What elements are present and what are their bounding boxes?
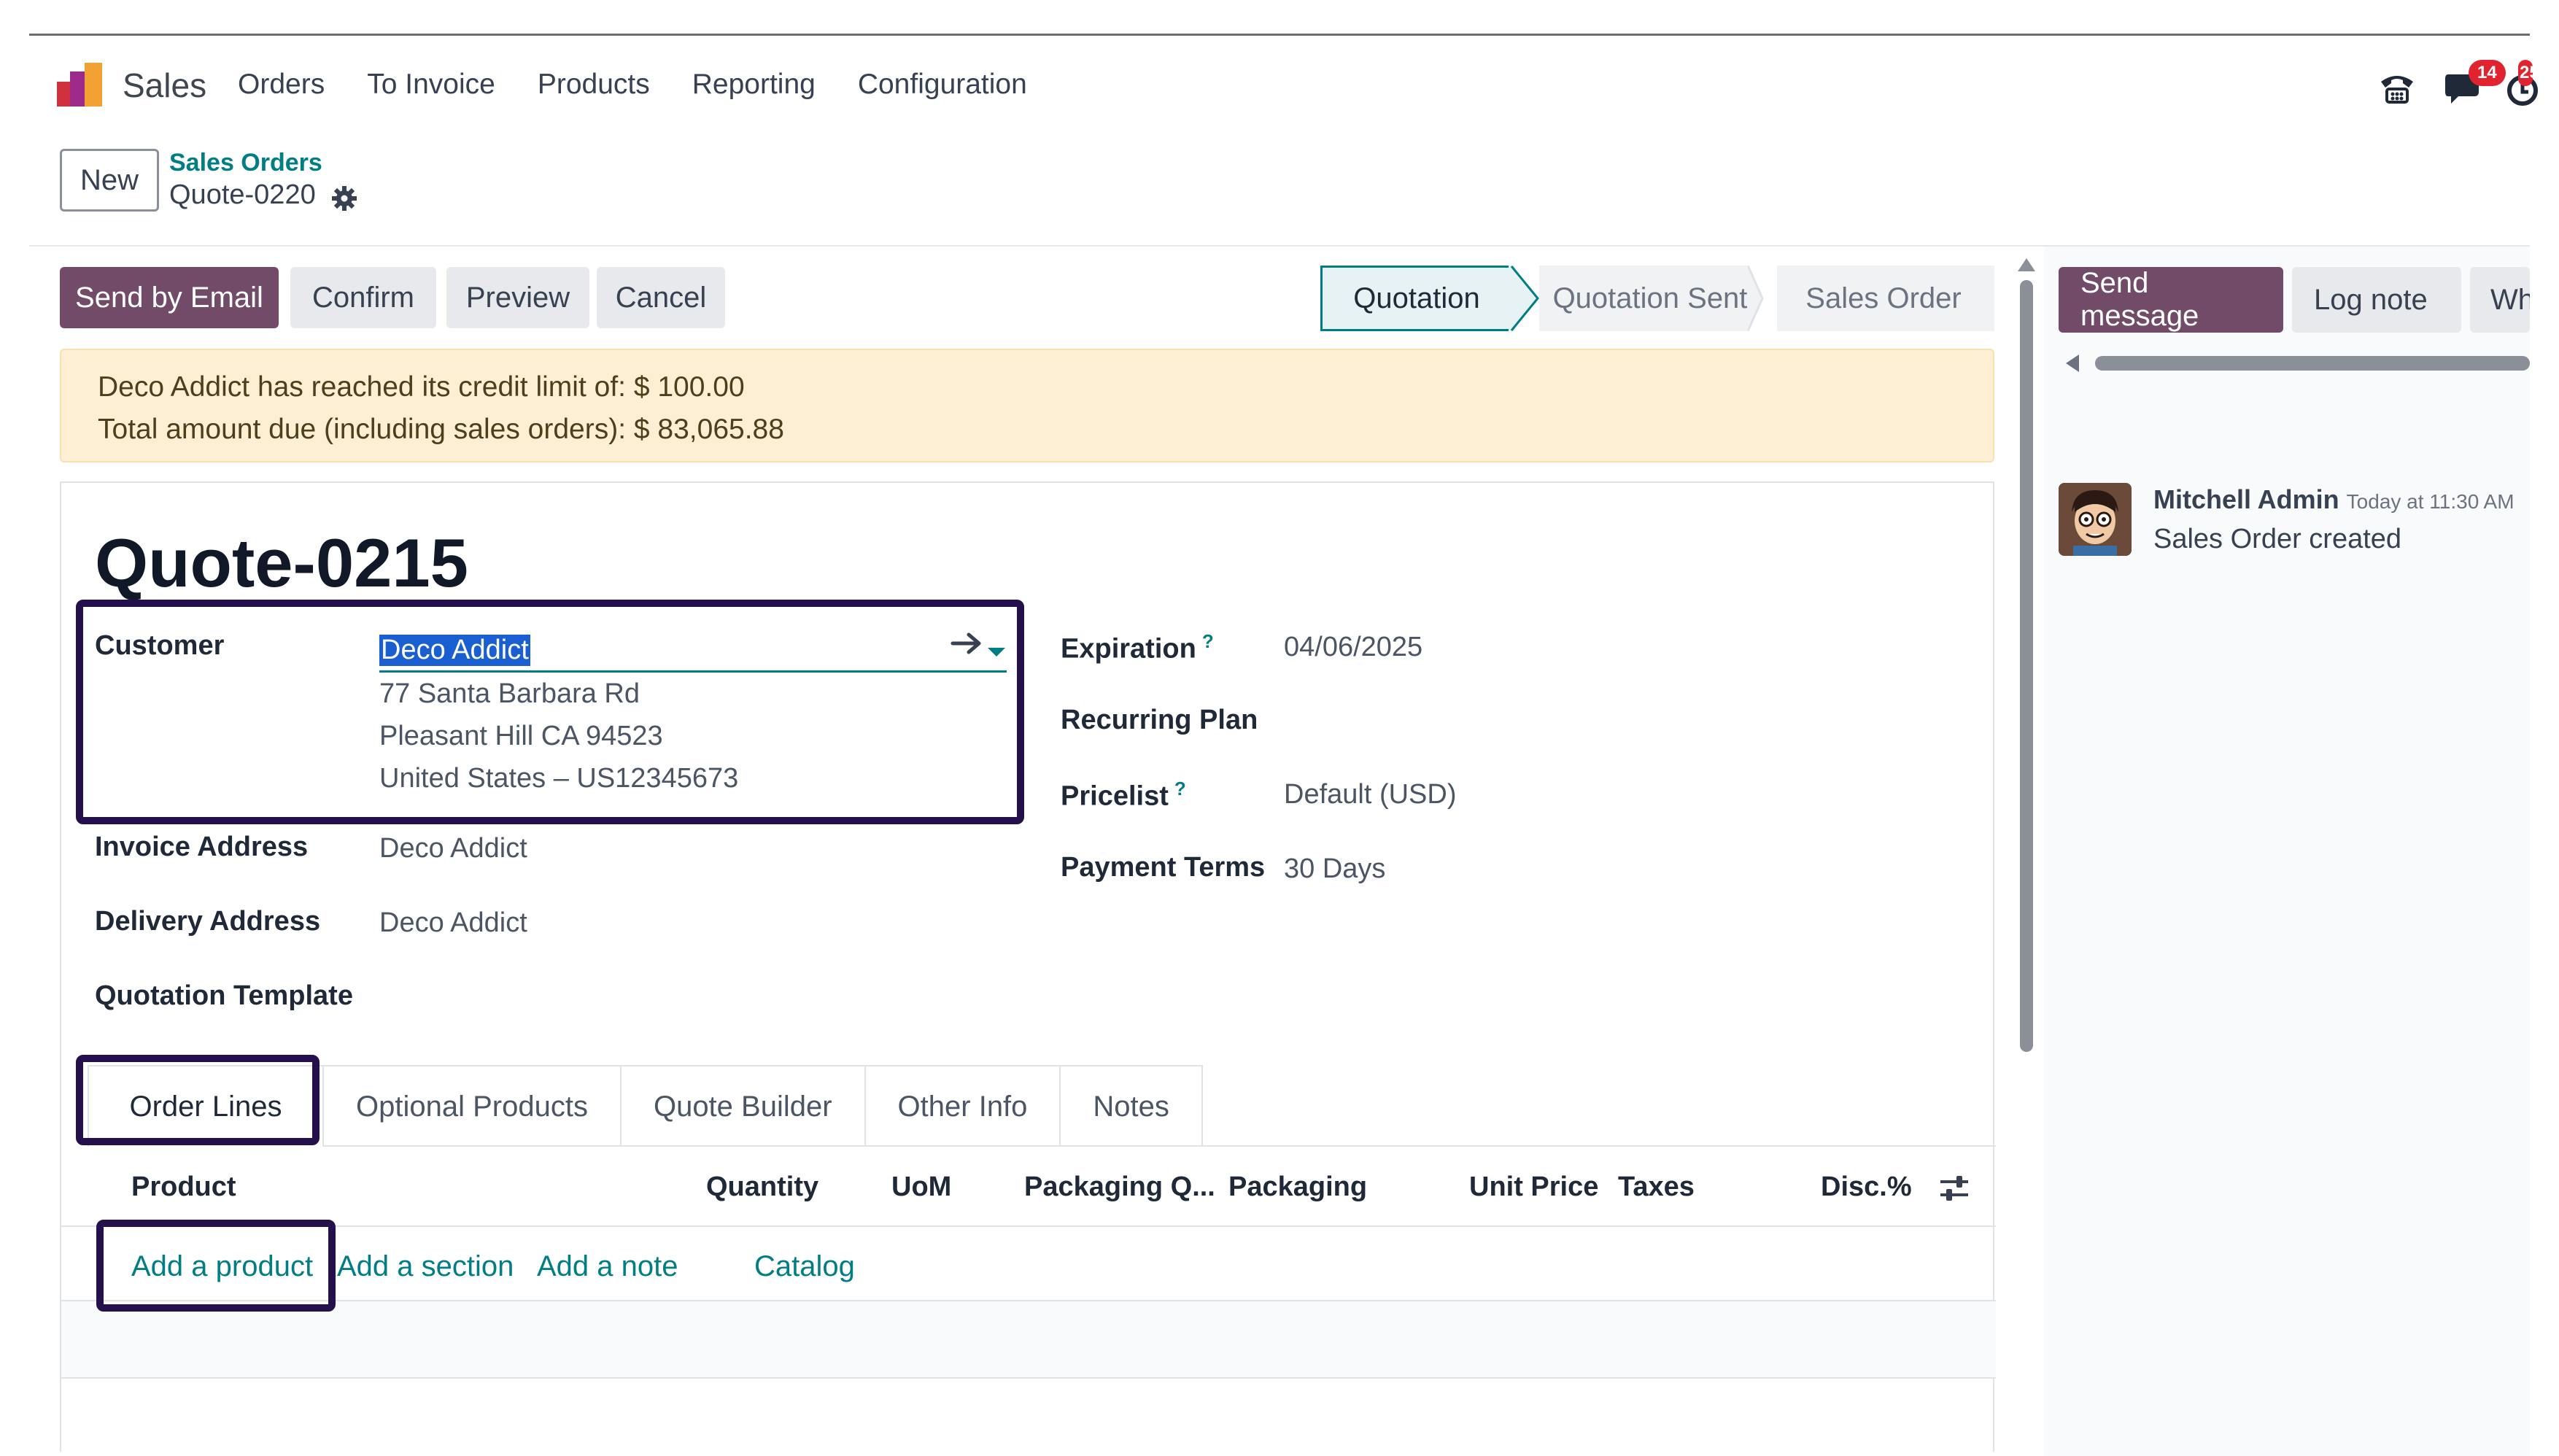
stage-quotation-sent[interactable]: Quotation Sent — [1539, 266, 1761, 331]
catalog-link[interactable]: Catalog — [754, 1250, 855, 1283]
status-stages: Quotation Sent Sales Order Quotation — [1320, 266, 1994, 331]
messages-badge: 14 — [2469, 60, 2506, 86]
message-date: Today at 11:30 AM — [2346, 490, 2515, 513]
customer-highlight-frame — [76, 600, 1024, 824]
expiration-value[interactable]: 04/06/2025 — [1284, 632, 1422, 663]
recurring-plan-input[interactable] — [1284, 706, 1867, 740]
row-divider-bottom — [61, 1377, 1996, 1379]
phone-icon[interactable] — [2377, 67, 2417, 108]
column-discount[interactable]: Disc.% — [1821, 1172, 1912, 1203]
delivery-address-label: Delivery Address — [95, 906, 321, 937]
message-author[interactable]: Mitchell Admin Today at 11:30 AM — [2153, 484, 2515, 515]
alert-line-2: Total amount due (including sales orders… — [98, 414, 784, 445]
order-lines-highlight-frame — [76, 1055, 320, 1145]
activities-badge: 25 — [2518, 60, 2533, 86]
alert-line-1: Deco Addict has reached its credit limit… — [98, 371, 745, 403]
app-name[interactable]: Sales — [123, 66, 206, 105]
add-product-highlight-frame — [96, 1220, 336, 1312]
recurring-plan-label: Recurring Plan — [1061, 705, 1258, 735]
empty-row — [61, 1301, 1996, 1377]
tab-quote-builder[interactable]: Quote Builder — [621, 1065, 866, 1147]
log-note-button[interactable]: Log note — [2292, 267, 2461, 333]
stage-quotation[interactable]: Quotation — [1320, 266, 1513, 331]
horizontal-scrollbar[interactable] — [2095, 356, 2530, 371]
expiration-help-icon[interactable]: ? — [1202, 630, 1214, 652]
systray: 14 25 — [2267, 60, 2538, 118]
scroll-up-arrow-icon[interactable] — [2018, 258, 2035, 271]
column-packaging-quantity[interactable]: Packaging Q... — [1024, 1172, 1215, 1203]
main-navbar: Sales Orders To Invoice Products Reporti… — [29, 36, 2538, 139]
header-divider — [61, 1225, 1996, 1227]
invoice-address-label: Invoice Address — [95, 832, 309, 862]
column-taxes[interactable]: Taxes — [1618, 1172, 1695, 1203]
cancel-button[interactable]: Cancel — [597, 267, 725, 328]
scroll-left-arrow-icon[interactable] — [2066, 355, 2079, 372]
column-uom[interactable]: UoM — [891, 1172, 951, 1203]
invoice-address-value[interactable]: Deco Addict — [379, 833, 527, 864]
record-title: Quote-0215 — [95, 524, 468, 601]
sales-app-icon[interactable] — [57, 63, 104, 107]
column-packaging[interactable]: Packaging — [1228, 1172, 1367, 1203]
menu-to-invoice[interactable]: To Invoice — [367, 69, 495, 101]
menu-reporting[interactable]: Reporting — [692, 69, 816, 101]
column-unit-price[interactable]: Unit Price — [1469, 1172, 1598, 1203]
add-section-link[interactable]: Add a section — [337, 1250, 514, 1283]
stage-sales-order[interactable]: Sales Order — [1773, 266, 1994, 331]
send-message-button[interactable]: Send message — [2059, 267, 2283, 333]
avatar[interactable] — [2059, 483, 2132, 556]
tabs-underline — [324, 1145, 1996, 1147]
tab-notes[interactable]: Notes — [1061, 1065, 1203, 1147]
credit-limit-alert: Deco Addict has reached its credit limit… — [60, 349, 1994, 462]
chatter-panel: Send message Log note What Mitchell Admi… — [2044, 247, 2530, 1456]
breadcrumb-current: Quote-0220 — [169, 179, 316, 210]
expiration-label: Expiration? — [1061, 630, 1214, 665]
gear-icon[interactable] — [330, 184, 359, 213]
delivery-address-value[interactable]: Deco Addict — [379, 907, 527, 939]
menu-configuration[interactable]: Configuration — [858, 69, 1027, 101]
top-menu: Orders To Invoice Products Reporting Con… — [238, 69, 1027, 101]
tab-optional-products[interactable]: Optional Products — [324, 1065, 622, 1147]
optional-columns-icon[interactable] — [1937, 1172, 1971, 1205]
quotation-template-label: Quotation Template — [95, 980, 353, 1011]
payment-terms-value[interactable]: 30 Days — [1284, 853, 1385, 885]
pricelist-value[interactable]: Default (USD) — [1284, 779, 1457, 810]
user-avatar-icon — [2059, 483, 2132, 556]
column-quantity[interactable]: Quantity — [706, 1172, 818, 1203]
confirm-button[interactable]: Confirm — [290, 267, 436, 328]
whatsapp-button[interactable]: What — [2470, 267, 2530, 333]
pricelist-help-icon[interactable]: ? — [1174, 778, 1186, 799]
top-border — [29, 34, 2530, 36]
preview-button[interactable]: Preview — [446, 267, 589, 328]
stage-separator — [1748, 266, 1777, 331]
new-button[interactable]: New — [60, 149, 159, 212]
quotation-template-input[interactable] — [379, 982, 963, 1015]
add-note-link[interactable]: Add a note — [537, 1250, 678, 1283]
menu-orders[interactable]: Orders — [238, 69, 325, 101]
vertical-scrollbar[interactable] — [2020, 280, 2033, 1052]
send-by-email-button[interactable]: Send by Email — [60, 267, 279, 328]
menu-products[interactable]: Products — [538, 69, 650, 101]
payment-terms-label: Payment Terms — [1061, 852, 1266, 883]
pricelist-label: Pricelist? — [1061, 778, 1186, 812]
breadcrumb-parent[interactable]: Sales Orders — [169, 149, 322, 177]
column-product[interactable]: Product — [131, 1172, 236, 1203]
tab-other-info[interactable]: Other Info — [865, 1065, 1061, 1147]
stage-active-arrow — [1509, 266, 1539, 331]
message-body: Sales Order created — [2153, 524, 2402, 554]
